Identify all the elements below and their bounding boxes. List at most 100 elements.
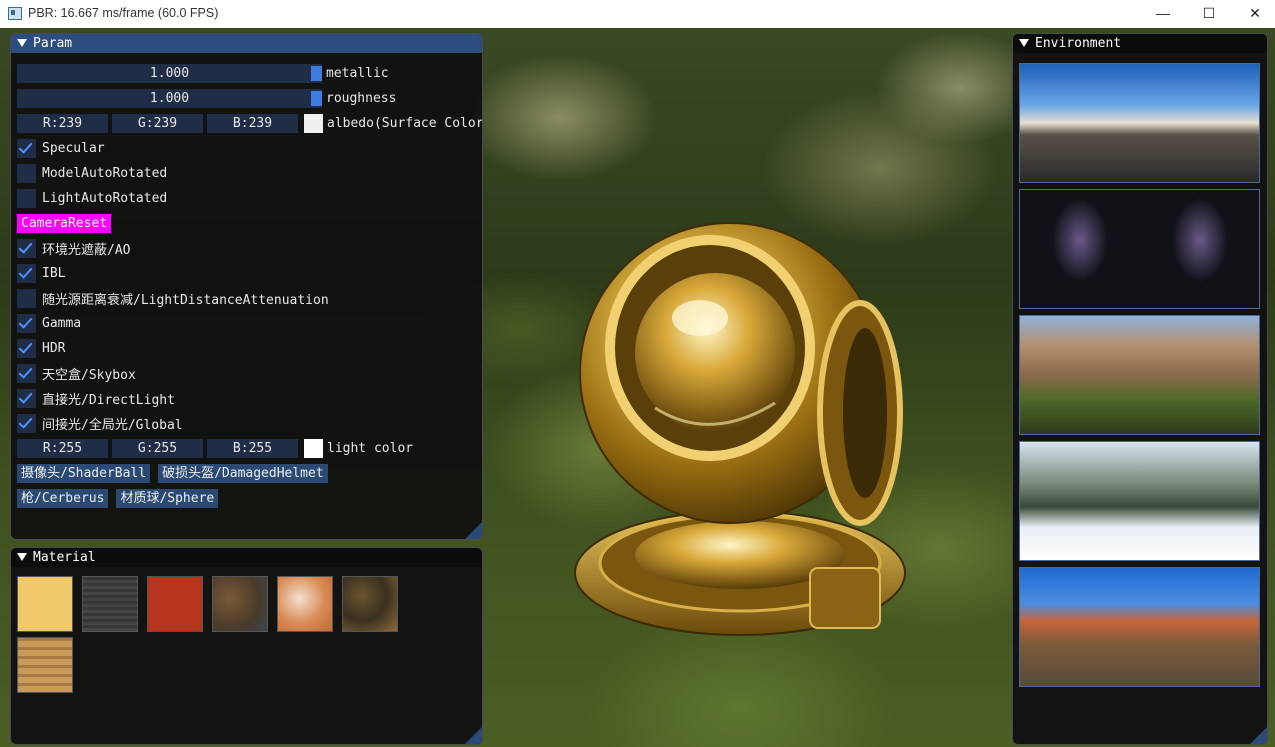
ao-row[interactable]: 环境光遮蔽/AO bbox=[17, 239, 130, 258]
close-button[interactable]: ✕ bbox=[1232, 0, 1275, 28]
hdr-checkbox[interactable] bbox=[17, 339, 36, 358]
camera-reset-button[interactable]: CameraReset bbox=[17, 214, 112, 233]
maximize-button[interactable]: ☐ bbox=[1186, 0, 1232, 28]
light-r-field[interactable]: R:255 bbox=[17, 439, 108, 458]
collapse-arrow-icon[interactable] bbox=[17, 39, 27, 47]
check-icon bbox=[18, 314, 33, 329]
env-map-milky-way[interactable] bbox=[1019, 189, 1260, 309]
light-g-field[interactable]: G:255 bbox=[112, 439, 203, 458]
model-autorotated-checkbox[interactable] bbox=[17, 164, 36, 183]
metallic-label: metallic bbox=[326, 66, 389, 81]
roughness-slider-grab[interactable] bbox=[311, 91, 322, 106]
minimize-button[interactable]: — bbox=[1140, 0, 1186, 28]
albedo-label: albedo(Surface Color bbox=[327, 116, 483, 131]
albedo-row: R:239 G:239 B:239 albedo(Surface Color bbox=[17, 114, 483, 133]
env-map-red-canyon[interactable] bbox=[1019, 567, 1260, 687]
param-panel: Param 1.000 metallic 1.000 roughness R:2… bbox=[10, 33, 483, 540]
model-autorotated-label: ModelAutoRotated bbox=[42, 166, 168, 181]
attenuation-checkbox[interactable] bbox=[17, 289, 36, 308]
env-map-snow-forest[interactable] bbox=[1019, 441, 1260, 561]
ibl-row[interactable]: IBL bbox=[17, 264, 65, 283]
check-icon bbox=[18, 264, 33, 279]
check-icon bbox=[18, 414, 33, 429]
model-buttons-row-2: 枪/Cerberus 材质球/Sphere bbox=[17, 489, 226, 508]
material-swatch-gold[interactable] bbox=[17, 576, 73, 632]
resize-grip[interactable] bbox=[465, 522, 482, 539]
global-light-label: 间接光/全局光/Global bbox=[42, 418, 183, 433]
hdr-row[interactable]: HDR bbox=[17, 339, 65, 358]
material-swatch-cracked-paint[interactable] bbox=[277, 576, 333, 632]
check-icon bbox=[18, 139, 33, 154]
attenuation-label: 随光源距离衰减/LightDistanceAttenuation bbox=[42, 293, 329, 308]
material-panel: Material bbox=[10, 547, 483, 745]
roughness-value: 1.000 bbox=[149, 91, 190, 106]
resize-grip[interactable] bbox=[1250, 727, 1267, 744]
direct-light-label: 直接光/DirectLight bbox=[42, 393, 175, 408]
shader-ball-model bbox=[574, 222, 906, 636]
albedo-b-field[interactable]: B:239 bbox=[207, 114, 298, 133]
environment-panel-header[interactable]: Environment bbox=[1013, 34, 1267, 53]
metallic-value: 1.000 bbox=[149, 66, 190, 81]
ibl-checkbox[interactable] bbox=[17, 264, 36, 283]
global-light-checkbox[interactable] bbox=[17, 414, 36, 433]
env-map-ruins[interactable] bbox=[1019, 315, 1260, 435]
material-swatch-rusted-iron[interactable] bbox=[212, 576, 268, 632]
specular-checkbox[interactable] bbox=[17, 139, 36, 158]
skybox-row[interactable]: 天空盒/Skybox bbox=[17, 364, 136, 383]
roughness-row: 1.000 roughness bbox=[17, 89, 396, 108]
metallic-slider[interactable]: 1.000 bbox=[17, 64, 322, 83]
resize-grip[interactable] bbox=[465, 727, 482, 744]
env-map-city-sunset[interactable] bbox=[1019, 63, 1260, 183]
direct-light-row[interactable]: 直接光/DirectLight bbox=[17, 389, 175, 408]
gamma-checkbox[interactable] bbox=[17, 314, 36, 333]
param-panel-title: Param bbox=[33, 36, 73, 51]
metallic-row: 1.000 metallic bbox=[17, 64, 389, 83]
check-icon bbox=[18, 364, 33, 379]
shaderball-button[interactable]: 摄像头/ShaderBall bbox=[17, 464, 151, 483]
global-light-row[interactable]: 间接光/全局光/Global bbox=[17, 414, 183, 433]
material-swatch-camo-rust[interactable] bbox=[342, 576, 398, 632]
light-autorotated-row[interactable]: LightAutoRotated bbox=[17, 189, 167, 208]
direct-light-checkbox[interactable] bbox=[17, 389, 36, 408]
model-buttons-row-1: 摄像头/ShaderBall 破损头盔/DamagedHelmet bbox=[17, 464, 336, 483]
material-swatch-metal-grid[interactable] bbox=[82, 576, 138, 632]
cerberus-button[interactable]: 枪/Cerberus bbox=[17, 489, 109, 508]
roughness-label: roughness bbox=[326, 91, 397, 106]
specular-checkbox-row[interactable]: Specular bbox=[17, 139, 105, 158]
skybox-label: 天空盒/Skybox bbox=[42, 368, 136, 383]
param-panel-header[interactable]: Param bbox=[11, 34, 482, 53]
ao-checkbox[interactable] bbox=[17, 239, 36, 258]
albedo-g-field[interactable]: G:239 bbox=[112, 114, 203, 133]
light-autorotated-checkbox[interactable] bbox=[17, 189, 36, 208]
specular-label: Specular bbox=[42, 141, 105, 156]
light-color-label: light color bbox=[327, 441, 414, 456]
check-icon bbox=[18, 239, 33, 254]
light-color-row: R:255 G:255 B:255 light color bbox=[17, 439, 413, 458]
camera-reset-row: CameraReset bbox=[17, 214, 119, 233]
albedo-r-field[interactable]: R:239 bbox=[17, 114, 108, 133]
hdr-label: HDR bbox=[42, 341, 66, 356]
material-swatch-wood[interactable] bbox=[17, 637, 73, 693]
sphere-button[interactable]: 材质球/Sphere bbox=[116, 489, 219, 508]
material-swatch-rust-red[interactable] bbox=[147, 576, 203, 632]
gamma-row[interactable]: Gamma bbox=[17, 314, 81, 333]
material-panel-header[interactable]: Material bbox=[11, 548, 482, 567]
window-title: PBR: 16.667 ms/frame (60.0 FPS) bbox=[28, 6, 219, 20]
light-color-swatch[interactable] bbox=[304, 439, 323, 458]
roughness-slider[interactable]: 1.000 bbox=[17, 89, 322, 108]
metallic-slider-grab[interactable] bbox=[311, 66, 322, 81]
albedo-color-swatch[interactable] bbox=[304, 114, 323, 133]
environment-panel-title: Environment bbox=[1035, 36, 1122, 51]
check-icon bbox=[18, 339, 33, 354]
model-autorotated-row[interactable]: ModelAutoRotated bbox=[17, 164, 167, 183]
app-icon bbox=[8, 7, 22, 20]
skybox-checkbox[interactable] bbox=[17, 364, 36, 383]
title-bar: PBR: 16.667 ms/frame (60.0 FPS) — ☐ ✕ bbox=[0, 0, 1275, 28]
light-b-field[interactable]: B:255 bbox=[207, 439, 298, 458]
collapse-arrow-icon[interactable] bbox=[1019, 39, 1029, 47]
damaged-helmet-button[interactable]: 破损头盔/DamagedHelmet bbox=[158, 464, 328, 483]
collapse-arrow-icon[interactable] bbox=[17, 553, 27, 561]
attenuation-row[interactable]: 随光源距离衰减/LightDistanceAttenuation bbox=[17, 289, 329, 308]
check-icon bbox=[18, 389, 33, 404]
material-panel-title: Material bbox=[33, 550, 96, 565]
